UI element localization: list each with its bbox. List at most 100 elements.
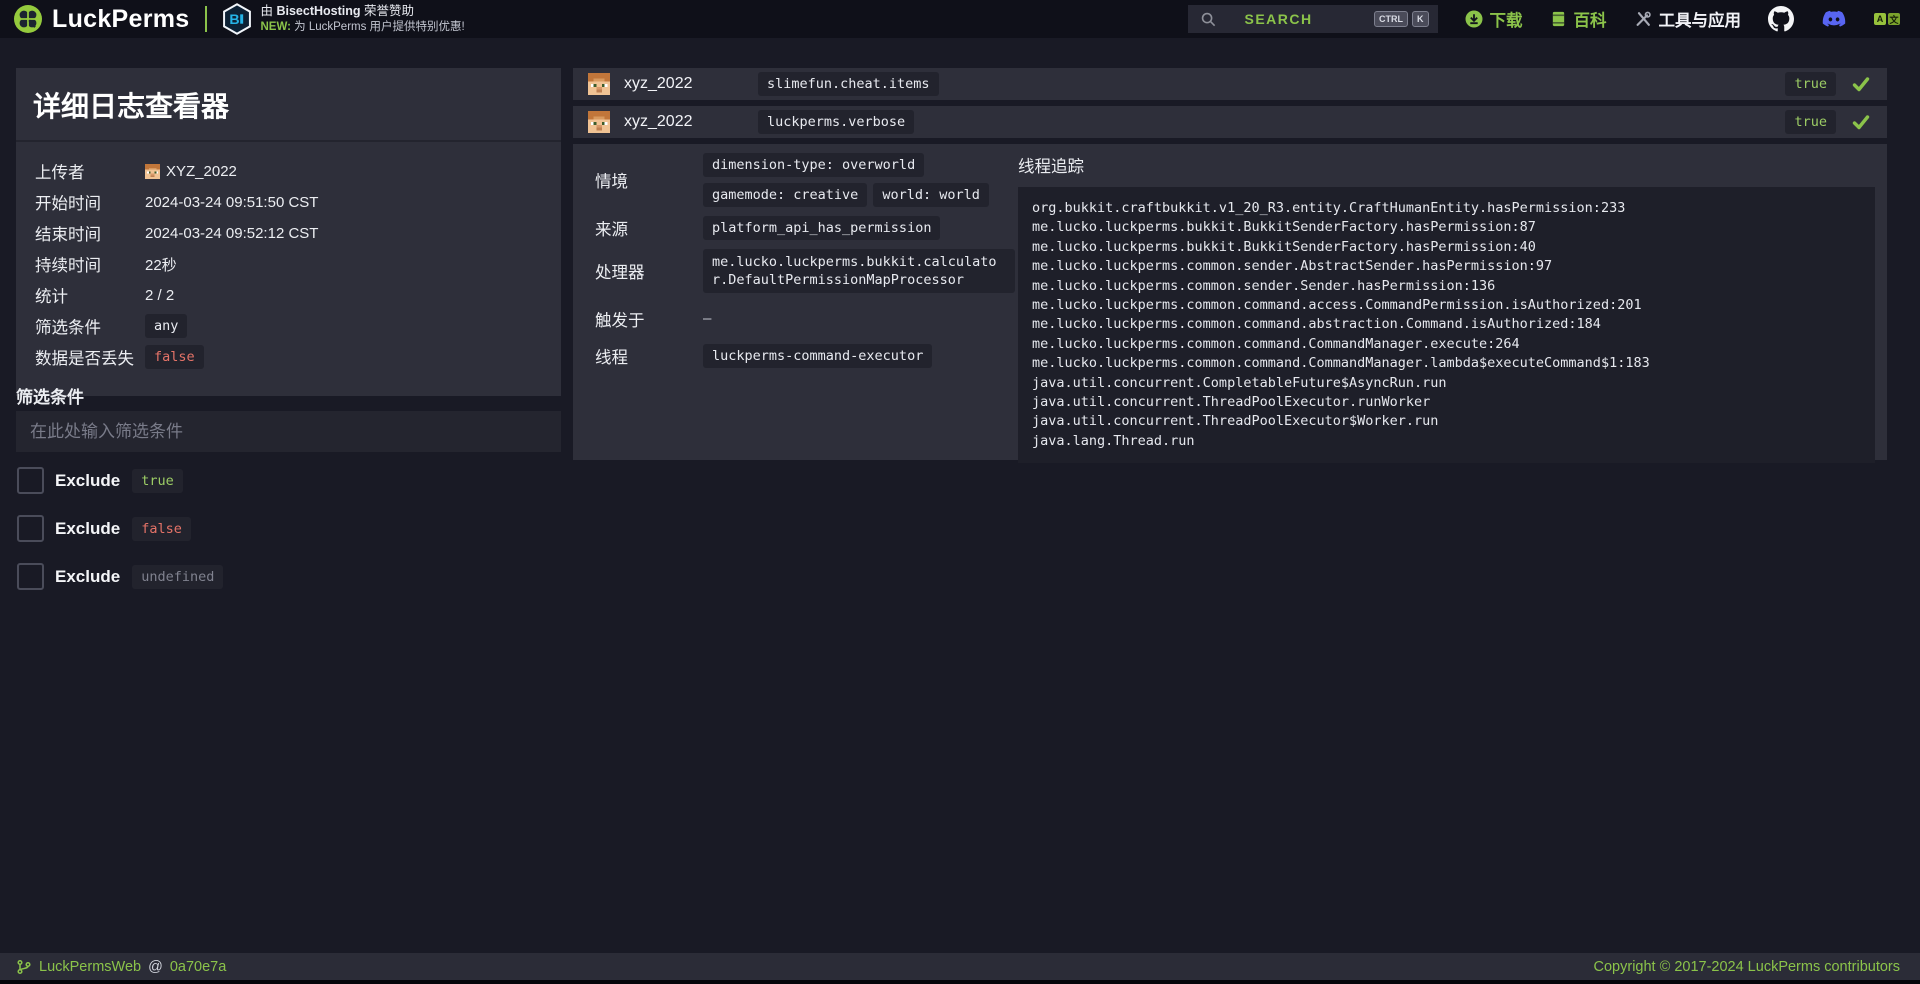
exclude-true-row: Exclude true — [17, 467, 223, 494]
meta-row-end-time: 结束时间 2024-03-24 09:52:12 CST — [35, 221, 543, 245]
sponsor-text: 由 BisectHosting 荣誉赞助 NEW: 为 LuckPerms 用户… — [261, 4, 465, 34]
brand-name: LuckPerms — [52, 5, 190, 34]
footer-copyright: Copyright © 2017-2024 LuckPerms contribu… — [1594, 959, 1900, 975]
exclude-undefined-checkbox[interactable] — [17, 563, 44, 590]
navbar-right: SEARCH CTRL K 下载 百科 — [1188, 5, 1901, 33]
origin-badge: platform_api_has_permission — [703, 216, 940, 240]
meta-row-uploader: 上传者 XYZ_2022 — [35, 159, 543, 183]
download-icon — [1465, 10, 1483, 28]
nav-link-wiki[interactable]: 百科 — [1550, 7, 1607, 31]
log-meta: 上传者 XYZ_2022 开始时间 2024-03-24 — [16, 142, 561, 396]
search-shortcut: CTRL K — [1374, 11, 1429, 27]
field-label-thread: 线程 — [595, 344, 703, 368]
page-title: 详细日志查看器 — [16, 68, 561, 142]
bottom-strip — [0, 980, 1920, 984]
exclude-false-badge: false — [132, 517, 191, 541]
github-link[interactable] — [1768, 6, 1794, 32]
ctrl-key-badge: CTRL — [1374, 11, 1408, 27]
brand-link[interactable]: LuckPerms — [14, 5, 190, 34]
footer: LuckPermsWeb @ 0a70e7a Copyright © 2017-… — [0, 953, 1920, 980]
nav-link-tools[interactable]: 工具与应用 — [1634, 7, 1742, 31]
context-badge: dimension-type: overworld — [703, 153, 924, 177]
trace-line: java.util.concurrent.ThreadPoolExecutor.… — [1032, 393, 1861, 412]
permission-badge: slimefun.cheat.items — [758, 72, 939, 96]
field-label-origin: 来源 — [595, 216, 703, 240]
translate-wen-icon: 文 — [1888, 13, 1900, 25]
translate-a-icon: A — [1874, 13, 1886, 25]
uploader-avatar — [145, 164, 160, 179]
field-triggered: 触发于 – — [595, 307, 1015, 331]
footer-repo-link[interactable]: LuckPermsWeb @ 0a70e7a — [16, 959, 226, 975]
player-name: xyz_2022 — [624, 75, 693, 93]
field-origin: 来源 platform_api_has_permission — [595, 216, 1015, 240]
log-entry-detail-panel: 情境 dimension-type: overworld gamemode: c… — [573, 144, 1887, 460]
sponsor-banner[interactable]: B 由 BisectHosting 荣誉赞助 NEW: 为 LuckPerms … — [222, 3, 465, 35]
trace-heading: 线程追踪 — [1018, 153, 1875, 177]
meta-label: 筛选条件 — [35, 314, 145, 338]
check-icon — [1851, 112, 1871, 132]
filter-input[interactable] — [16, 411, 561, 452]
field-label-processor: 处理器 — [595, 259, 703, 283]
trace-line: java.util.concurrent.CompletableFuture$A… — [1032, 374, 1861, 393]
meta-label: 开始时间 — [35, 190, 145, 214]
meta-row-duration: 持续时间 22秒 — [35, 252, 543, 276]
svg-text:B: B — [229, 11, 239, 27]
exclude-undefined-badge: undefined — [132, 565, 223, 589]
player-avatar — [588, 73, 610, 95]
uploader-name: XYZ_2022 — [166, 163, 237, 180]
trace-section: 线程追踪 org.bukkit.craftbukkit.v1_20_R3.ent… — [1018, 144, 1875, 463]
result-badge: true — [1785, 110, 1836, 134]
exclude-label: Exclude — [55, 471, 120, 491]
log-entry-row[interactable]: xyz_2022 slimefun.cheat.items true — [573, 68, 1887, 100]
stack-trace-box: org.bukkit.craftbukkit.v1_20_R3.entity.C… — [1018, 187, 1875, 463]
search-box[interactable]: SEARCH CTRL K — [1188, 5, 1438, 33]
uploader-value[interactable]: XYZ_2022 — [145, 163, 237, 180]
meta-row-truncated: 数据是否丢失 false — [35, 345, 543, 369]
meta-label: 结束时间 — [35, 221, 145, 245]
footer-commit-hash: 0a70e7a — [170, 959, 226, 975]
trace-line: me.lucko.luckperms.common.sender.Abstrac… — [1032, 257, 1861, 276]
nav-link-download[interactable]: 下载 — [1465, 7, 1523, 31]
result-badge: true — [1785, 72, 1836, 96]
player-name: xyz_2022 — [624, 113, 693, 131]
search-icon — [1200, 11, 1217, 28]
meta-row-start-time: 开始时间 2024-03-24 09:51:50 CST — [35, 190, 543, 214]
luckperms-verbose-viewer: LuckPerms B 由 BisectHosting 荣誉赞助 NEW: 为 … — [0, 0, 1920, 984]
detail-fields: 情境 dimension-type: overworld gamemode: c… — [595, 144, 1015, 368]
filter-section-heading: 筛选条件 — [16, 383, 84, 408]
filter-mode-badge: any — [145, 314, 187, 338]
meta-row-count: 统计 2 / 2 — [35, 283, 543, 307]
sponsor-line1: 由 BisectHosting 荣誉赞助 — [261, 4, 465, 20]
trace-line: me.lucko.luckperms.common.command.Comman… — [1032, 354, 1861, 373]
translate-button[interactable]: A 文 — [1874, 13, 1900, 25]
exclude-false-checkbox[interactable] — [17, 515, 44, 542]
navbar: LuckPerms B 由 BisectHosting 荣誉赞助 NEW: 为 … — [0, 0, 1920, 38]
field-label-triggered: 触发于 — [595, 307, 703, 331]
meta-row-filter: 筛选条件 any — [35, 314, 543, 338]
log-entry-row[interactable]: xyz_2022 luckperms.verbose true — [573, 106, 1887, 138]
thread-badge: luckperms-command-executor — [703, 344, 932, 368]
nav-divider — [205, 6, 207, 32]
exclude-false-row: Exclude false — [17, 515, 223, 542]
nav-link-tools-label: 工具与应用 — [1659, 7, 1742, 31]
exclude-true-checkbox[interactable] — [17, 467, 44, 494]
exclude-filters: Exclude true Exclude false Exclude undef… — [17, 467, 223, 611]
truncated-badge: false — [145, 345, 204, 369]
bisecthosting-logo-icon: B — [222, 3, 252, 35]
exclude-true-badge: true — [132, 469, 183, 493]
wiki-book-icon — [1550, 10, 1567, 28]
context-badge: world: world — [873, 183, 989, 207]
nav-link-wiki-label: 百科 — [1574, 7, 1607, 31]
permission-badge: luckperms.verbose — [758, 110, 914, 134]
field-processor: 处理器 me.lucko.luckperms.bukkit.calculator… — [595, 249, 1015, 293]
footer-separator: @ — [148, 959, 163, 975]
luckperms-clover-logo-icon — [14, 5, 42, 33]
git-branch-icon — [16, 959, 32, 975]
field-thread: 线程 luckperms-command-executor — [595, 344, 1015, 368]
k-key-badge: K — [1412, 11, 1429, 27]
meta-label: 持续时间 — [35, 252, 145, 276]
meta-label: 数据是否丢失 — [35, 345, 145, 369]
exclude-undefined-row: Exclude undefined — [17, 563, 223, 590]
check-icon — [1851, 74, 1871, 94]
discord-link[interactable] — [1821, 6, 1847, 32]
